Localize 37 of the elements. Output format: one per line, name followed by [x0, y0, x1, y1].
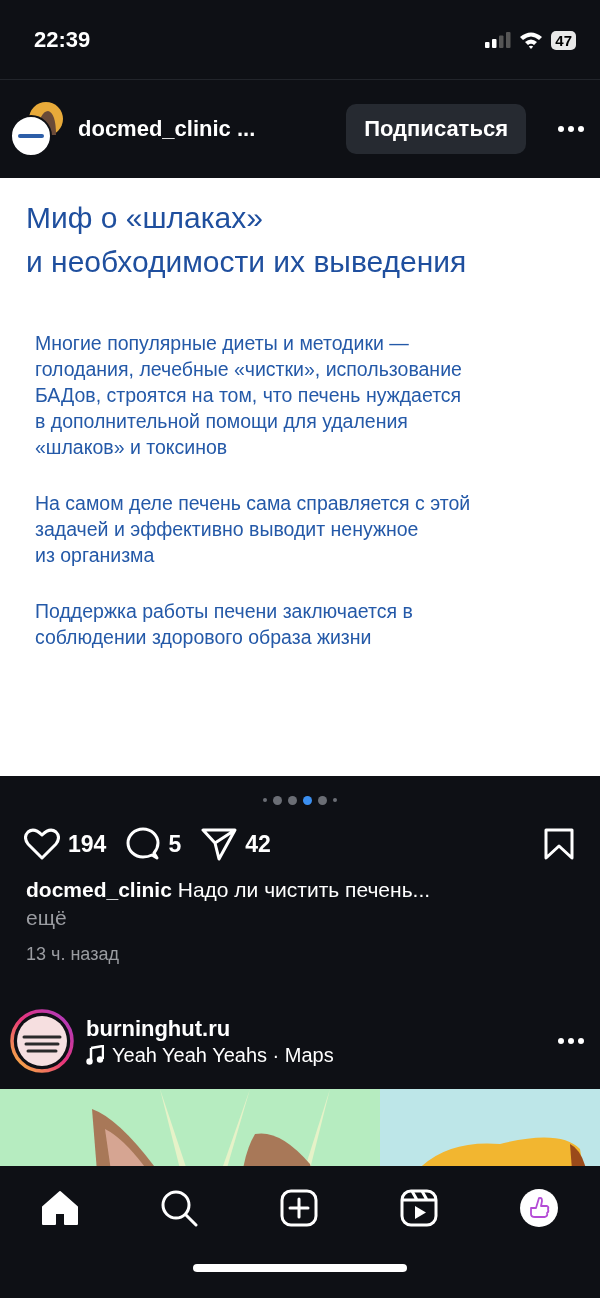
more-link[interactable]: ещё	[26, 906, 574, 930]
slide-paragraph: Поддержка работы печени заключается в соблюдении здорового образа жизни	[35, 599, 414, 650]
music-note-icon	[86, 1045, 104, 1065]
username[interactable]: docmed_clinic ...	[78, 116, 256, 142]
post-caption: docmed_clinic Надо ли чистить печень...	[26, 878, 432, 902]
plus-icon	[280, 1189, 318, 1227]
post-time: 13 ч. назад	[26, 944, 120, 965]
heart-icon[interactable]	[24, 828, 60, 860]
avatar-icon[interactable]	[10, 101, 66, 157]
bookmark-icon[interactable]	[544, 828, 574, 860]
tab-bar-item[interactable]	[399, 1189, 438, 1227]
slide-paragraph: Многие популярные диеты и методики — голодания, лечебные «чистки», использование БАДов, строятся на том, что печень нуждается в дополнительной помощи для удаления «шлаков» и токсинов	[35, 331, 463, 460]
status-time: 22:39	[34, 27, 91, 53]
reels-icon	[399, 1189, 438, 1227]
more-options-icon[interactable]	[558, 1038, 584, 1044]
home-icon	[40, 1190, 79, 1226]
send-icon[interactable]	[201, 827, 238, 861]
more-options-icon[interactable]	[558, 126, 584, 132]
tab-bar-item[interactable]	[160, 1189, 199, 1227]
signal-icon	[485, 32, 512, 48]
profile-avatar-icon	[519, 1188, 560, 1228]
comment-icon[interactable]	[126, 827, 161, 861]
comment-count: 5	[168, 830, 182, 858]
share-count: 42	[245, 830, 271, 858]
follow-button[interactable]: Подписаться	[346, 104, 526, 154]
battery-level: 47	[551, 30, 576, 50]
slide-title: Миф о «шлаках» и необходимости их выведения	[26, 200, 468, 280]
avatar-icon[interactable]	[10, 1009, 74, 1073]
audio-label[interactable]: Yeah Yeah Yeahs · Maps	[112, 1043, 334, 1067]
like-count: 194	[68, 830, 107, 858]
tab-bar-item[interactable]	[280, 1189, 318, 1227]
tab-bar-item[interactable]	[519, 1188, 560, 1228]
slide-paragraph: На самом деле печень сама справляется с этой задачей и эффективно выводит ненужное из организма	[35, 491, 472, 568]
username[interactable]: burninghut.ru	[86, 1015, 334, 1042]
wifi-icon	[519, 31, 544, 49]
search-icon	[160, 1189, 199, 1227]
tab-bar-item[interactable]	[40, 1190, 79, 1226]
